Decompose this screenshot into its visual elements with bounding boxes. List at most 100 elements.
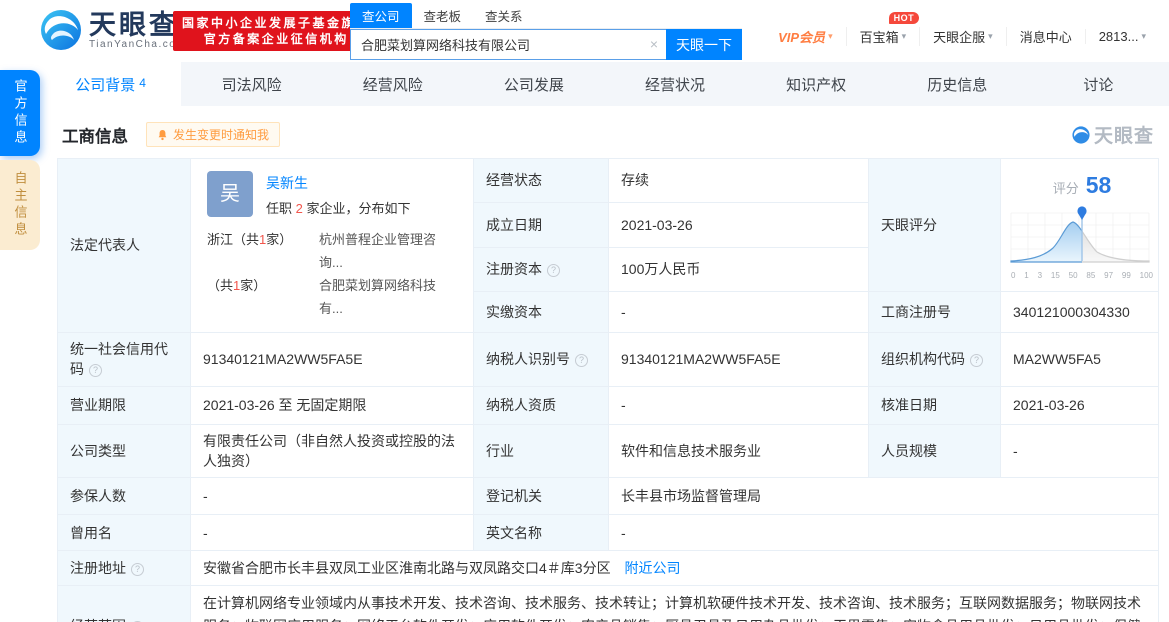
tab-company-background[interactable]: 公司背景 4 xyxy=(40,62,182,106)
legal-rep-avatar[interactable]: 吴 xyxy=(207,171,253,217)
credit-code-value: 91340121MA2WW5FA5E xyxy=(190,332,474,387)
company-nav-tabs: 公司背景 4 司法风险 经营风险 公司发展 经营状况 知识产权 历史信息 讨论 xyxy=(40,62,1169,106)
search-tab-boss[interactable]: 查老板 xyxy=(412,3,474,28)
business-info-table: 法定代表人 吴 吴新生 任职 2 家企业，分布如下 浙江（共1家） 杭州普程企业… xyxy=(57,157,1159,622)
reg-number-label: 工商注册号 xyxy=(868,290,1001,334)
org-code-label: 组织机构代码? xyxy=(868,332,1001,387)
help-icon[interactable]: ? xyxy=(89,364,102,378)
taxpayer-quality-value: - xyxy=(608,385,869,425)
reg-number-value: 340121000304330 xyxy=(1000,290,1159,334)
staff-size-label: 人员规模 xyxy=(868,423,1001,479)
business-scope-value: 在计算机网络专业领域内从事技术开发、技术咨询、技术服务、技术转让；计算机软硬件技… xyxy=(190,585,1159,622)
operating-status-value: 存续 xyxy=(608,157,869,204)
legal-rep-label: 法定代表人 xyxy=(57,157,191,334)
help-icon[interactable]: ? xyxy=(970,354,983,368)
hot-badge: HOT xyxy=(888,12,920,24)
business-term-label: 营业期限 xyxy=(57,385,191,425)
help-icon[interactable]: ? xyxy=(575,354,588,368)
notify-on-change-button[interactable]: 发生变更时通知我 xyxy=(146,122,281,147)
tab-operating-status[interactable]: 经营状况 xyxy=(605,62,746,106)
taxpayer-quality-label: 纳税人资质 xyxy=(473,385,609,425)
section-title: 工商信息 xyxy=(62,127,128,146)
company-type-label: 公司类型 xyxy=(57,423,191,479)
sidebar-tab-official-info[interactable]: 官方信息 xyxy=(0,70,40,156)
legal-rep-name-link[interactable]: 吴新生 xyxy=(266,173,410,193)
staff-size-value: - xyxy=(1000,423,1159,479)
registry-value: 长丰县市场监督管理局 xyxy=(608,477,1159,516)
caret-down-icon: ▾ xyxy=(988,31,993,41)
clear-search-icon[interactable]: × xyxy=(650,36,658,52)
legal-rep-cell: 吴 吴新生 任职 2 家企业，分布如下 浙江（共1家） 杭州普程企业管理咨询..… xyxy=(190,157,474,334)
score-caption: 评分 xyxy=(1052,181,1079,197)
tab-company-development[interactable]: 公司发展 xyxy=(463,62,604,106)
bell-icon xyxy=(158,129,167,140)
address-value: 安徽省合肥市长丰县双凤工业区淮南北路与双凤路交口4＃库3分区 xyxy=(203,560,611,577)
menu-toolbox[interactable]: HOT 百宝箱 ▾ xyxy=(845,12,920,46)
help-icon[interactable]: ? xyxy=(131,563,144,577)
score-curve-svg xyxy=(1010,206,1150,263)
tianyan-score-cell: 评分 58 0 1 3 15 50 85 97 99 100 xyxy=(1000,158,1159,292)
legal-rep-region-row: 浙江（共1家） 杭州普程企业管理咨询... xyxy=(207,228,457,274)
address-cell: 安徽省合肥市长丰县双凤工业区淮南北路与双凤路交口4＃库3分区 附近公司 xyxy=(190,550,1159,587)
paid-in-capital-label: 实缴资本 xyxy=(473,290,609,334)
established-label: 成立日期 xyxy=(473,202,609,248)
registered-capital-value: 100万人民币 xyxy=(608,246,869,292)
approval-date-value: 2021-03-26 xyxy=(1000,385,1159,425)
tianyancha-watermark-icon xyxy=(1072,125,1090,144)
score-distribution-chart: 评分 58 0 1 3 15 50 85 97 99 100 xyxy=(1009,169,1155,281)
english-name-value: - xyxy=(608,514,1159,552)
menu-enterprise-service[interactable]: 天眼企服 ▾ xyxy=(919,27,1006,46)
registry-label: 登记机关 xyxy=(473,477,609,516)
caret-down-icon: ▾ xyxy=(828,31,833,41)
tab-count-badge: 4 xyxy=(139,76,146,90)
logo-title: 天眼查 xyxy=(89,9,179,40)
tianyan-score-label: 天眼评分 xyxy=(868,158,1001,292)
certification-line1: 国家中小企业发展子基金旗下 xyxy=(182,16,371,30)
menu-message-center[interactable]: 消息中心 xyxy=(1005,27,1085,46)
tab-judicial-risk[interactable]: 司法风险 xyxy=(181,62,322,106)
taxpayer-id-value: 91340121MA2WW5FA5E xyxy=(608,332,869,387)
user-menu: VIP会员 ▾ HOT 百宝箱 ▾ 天眼企服 ▾ 消息中心 2813... ▾ xyxy=(765,12,1159,46)
taxpayer-id-label: 纳税人识别号? xyxy=(473,332,609,387)
operating-status-label: 经营状态 xyxy=(473,157,609,204)
help-icon[interactable]: ? xyxy=(547,264,560,278)
former-name-label: 曾用名 xyxy=(57,514,191,552)
paid-in-capital-value: - xyxy=(608,290,869,334)
header: 天眼查 TianYanCha.com 国家中小企业发展子基金旗下 官方备案企业征… xyxy=(0,0,1169,62)
established-value: 2021-03-26 xyxy=(608,202,869,248)
search-tab-company[interactable]: 查公司 xyxy=(350,3,412,28)
business-term-value: 2021-03-26 至 无固定期限 xyxy=(190,385,474,425)
search-tabs: 查公司 查老板 查关系 xyxy=(350,3,742,29)
insured-value: - xyxy=(190,477,474,516)
former-name-value: - xyxy=(190,514,474,552)
nearby-companies-link[interactable]: 附近公司 xyxy=(624,560,680,576)
tab-operation-risk[interactable]: 经营风险 xyxy=(322,62,463,106)
caret-down-icon: ▾ xyxy=(1141,31,1146,41)
tab-intellectual-property[interactable]: 知识产权 xyxy=(746,62,887,106)
search-button[interactable]: 天眼一下 xyxy=(666,29,742,60)
company-type-value: 有限责任公司（非自然人投资或控股的法人独资） xyxy=(190,423,474,479)
search-input[interactable] xyxy=(350,29,666,60)
related-company-link[interactable]: 合肥菜划算网络科技有... xyxy=(319,274,457,320)
caret-down-icon: ▾ xyxy=(901,31,907,41)
tab-discussion[interactable]: 讨论 xyxy=(1028,62,1169,106)
section-header: 工商信息 发生变更时通知我 天眼查 xyxy=(62,121,1154,148)
menu-vip[interactable]: VIP会员 ▾ xyxy=(765,27,846,46)
tianyancha-logo-icon xyxy=(41,10,81,50)
sidebar-tab-self-info[interactable]: 自主信息 xyxy=(0,160,40,250)
tianyancha-watermark: 天眼查 xyxy=(1072,121,1154,148)
registered-capital-label: 注册资本? xyxy=(473,246,609,292)
tab-history-info[interactable]: 历史信息 xyxy=(887,62,1028,106)
certification-badge: 国家中小企业发展子基金旗下 官方备案企业征信机构 xyxy=(173,11,380,51)
tianyancha-logo[interactable]: 天眼查 TianYanCha.com xyxy=(40,9,186,51)
industry-value: 软件和信息技术服务业 xyxy=(608,423,869,479)
related-company-link[interactable]: 杭州普程企业管理咨询... xyxy=(319,228,457,274)
menu-username[interactable]: 2813... ▾ xyxy=(1084,29,1159,44)
logo-subtitle: TianYanCha.com xyxy=(89,38,187,50)
insured-label: 参保人数 xyxy=(57,477,191,516)
score-axis-ticks: 01 3 15 50 85 97 99 100 xyxy=(1011,270,1153,280)
address-label: 注册地址? xyxy=(57,550,191,587)
credit-code-label: 统一社会信用代码? xyxy=(57,332,191,387)
legal-rep-region-row: （共1家） 合肥菜划算网络科技有... xyxy=(207,274,457,320)
search-tab-relation[interactable]: 查关系 xyxy=(473,3,535,28)
